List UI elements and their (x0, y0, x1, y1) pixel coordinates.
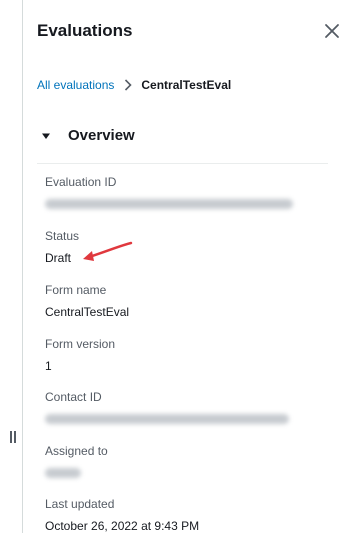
field-label: Form version (45, 337, 116, 351)
panel-header: Evaluations (37, 18, 345, 44)
breadcrumb-current: CentralTestEval (141, 78, 232, 92)
breadcrumb: All evaluations CentralTestEval (37, 77, 231, 93)
field-label: Last updated (45, 497, 115, 511)
field-assigned-to: Assigned to (45, 443, 325, 478)
resize-grip-bar (14, 431, 16, 443)
chevron-right-icon (125, 79, 133, 91)
section-title: Overview (68, 127, 135, 144)
field-contact-id: Contact ID (45, 389, 325, 424)
field-label: Evaluation ID (45, 175, 117, 189)
field-label: Form name (45, 283, 107, 297)
field-last-updated: Last updated October 26, 2022 at 9:43 PM (45, 496, 325, 533)
resize-handle[interactable] (10, 431, 18, 443)
redacted-value (45, 468, 81, 478)
field-label: Contact ID (45, 390, 102, 404)
form-name-value: CentralTestEval (45, 305, 130, 319)
redacted-value (45, 414, 289, 424)
field-evaluation-id: Evaluation ID (45, 174, 325, 209)
redacted-value (45, 199, 293, 209)
field-label: Assigned to (45, 444, 108, 458)
breadcrumb-link-all-evaluations[interactable]: All evaluations (37, 77, 114, 93)
left-gutter (0, 0, 23, 533)
annotation-arrow-icon (83, 241, 133, 261)
caret-down-icon (42, 133, 50, 139)
resize-grip-bar (10, 431, 12, 443)
close-button[interactable] (323, 22, 341, 40)
section-divider (37, 163, 328, 164)
form-version-value: 1 (45, 359, 52, 373)
evaluations-panel: Evaluations All evaluations CentralTestE… (23, 0, 345, 533)
last-updated-value: October 26, 2022 at 9:43 PM (45, 519, 200, 533)
panel-title: Evaluations (37, 21, 133, 40)
overview-section-toggle[interactable]: Overview (41, 126, 135, 146)
close-icon (325, 24, 339, 38)
field-form-version: Form version 1 (45, 336, 325, 374)
field-form-name: Form name CentralTestEval (45, 282, 325, 320)
